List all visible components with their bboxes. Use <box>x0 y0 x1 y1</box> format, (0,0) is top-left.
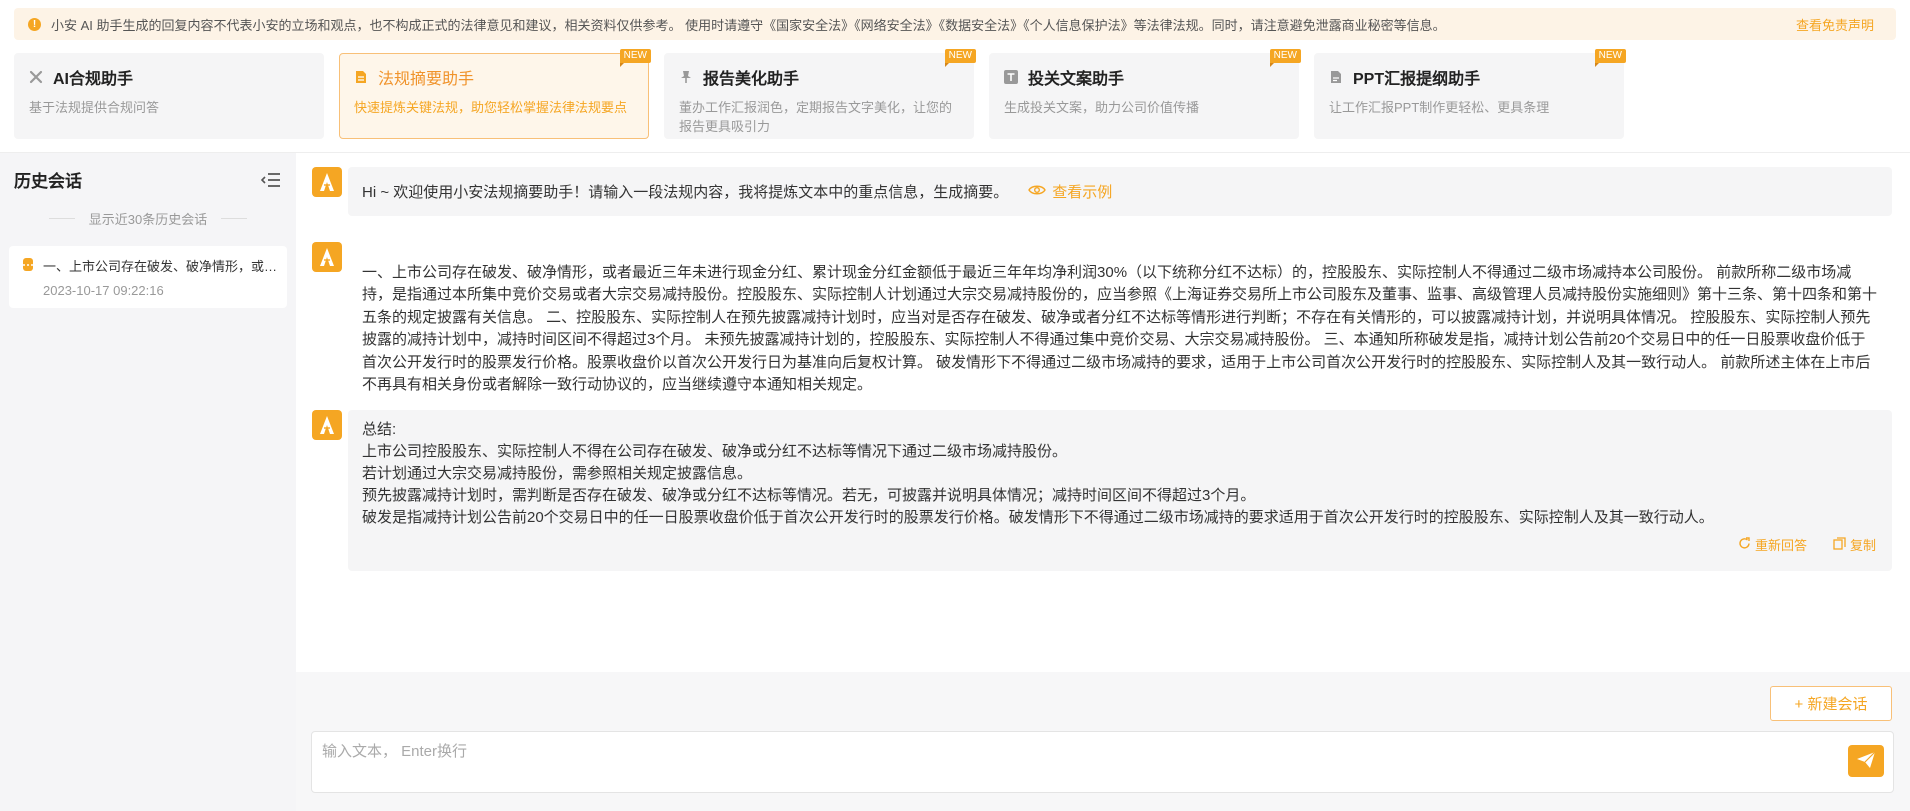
tool-ai-compliance[interactable]: AI合规助手 基于法规提供合规问答 <box>14 53 324 139</box>
tool-desc: 生成投关文案，助力公司价值传播 <box>1004 100 1200 115</box>
history-item[interactable]: 一、上市公司存在破发、破净情形，或者最近三年未进行现金分红 2023-10-17… <box>9 246 287 308</box>
tool-title: PPT汇报提纲助手 <box>1353 71 1481 88</box>
welcome-text: Hi ~ 欢迎使用小安法规摘要助手！请输入一段法规内容，我将提炼文本中的重点信息… <box>362 184 1009 201</box>
message-input[interactable] <box>312 732 1812 790</box>
info-icon: ! <box>28 17 41 31</box>
tool-ir-copywriting[interactable]: NEW 投关文案助手 生成投关文案，助力公司价值传播 <box>989 49 1301 139</box>
tool-desc: 快速提炼关键法规，助您轻松掌握法律法规要点 <box>354 100 628 115</box>
history-sidebar: 历史会话 显示近30条历史会话 一、上市公司存在破发、破净情形，或者最近三年未进… <box>0 153 296 811</box>
regenerate-button[interactable]: 重新回答 <box>1738 535 1807 557</box>
view-disclaimer-link[interactable]: 查看免责声明 <box>1796 15 1874 34</box>
answer-line: 预先披露减持计划时，需判断是否存在破发、破净或分红不达标等情况。若无，可披露并说… <box>362 487 1256 504</box>
tools-icon <box>29 70 43 84</box>
view-example-link[interactable]: 查看示例 <box>1028 181 1112 202</box>
user-message: 一、上市公司存在破发、破净情形，或者最近三年未进行现金分红、累计现金分红金额低于… <box>312 242 1892 411</box>
chat-bubble-icon <box>23 258 33 271</box>
tool-report-beautify[interactable]: NEW 报告美化助手 董办工作汇报润色，定期报告文字美化，让您的报告更具吸引力 <box>664 49 976 139</box>
answer-line: 破发是指减持计划公告前20个交易日中的任一日股票收盘价低于首次公开发行时的股票发… <box>362 509 1714 526</box>
tool-title: AI合规助手 <box>53 71 134 88</box>
send-icon <box>1856 751 1876 772</box>
tool-desc: 董办工作汇报润色，定期报告文字美化，让您的报告更具吸引力 <box>679 100 953 134</box>
chat-area: Hi ~ 欢迎使用小安法规摘要助手！请输入一段法规内容，我将提炼文本中的重点信息… <box>296 153 1910 672</box>
tool-regulation-summary[interactable]: NEW 法规摘要助手 快速提炼关键法规，助您轻松掌握法律法规要点 <box>339 49 651 139</box>
collapse-sidebar-icon[interactable] <box>260 170 282 190</box>
input-area: + 新建会话 <box>296 672 1910 811</box>
assistant-tools: AI合规助手 基于法规提供合规问答 NEW 法规摘要助手 快速提炼关键法规，助您… <box>14 49 1626 139</box>
welcome-message: Hi ~ 欢迎使用小安法规摘要助手！请输入一段法规内容，我将提炼文本中的重点信息… <box>312 167 1892 216</box>
disclaimer-notice: ! 小安 AI 助手生成的回复内容不代表小安的立场和观点，也不构成正式的法律意见… <box>14 8 1896 40</box>
history-subtitle: 显示近30条历史会话 <box>0 209 296 228</box>
text-icon <box>1004 70 1018 84</box>
assistant-avatar-icon <box>312 167 342 197</box>
pin-icon <box>679 70 693 84</box>
tool-desc: 让工作汇报PPT制作更轻松、更具条理 <box>1329 100 1550 115</box>
new-chat-button[interactable]: + 新建会话 <box>1770 686 1892 721</box>
assistant-answer: 总结: 上市公司控股股东、实际控制人不得在公司存在破发、破净或分红不达标等情况下… <box>312 410 1892 571</box>
sidebar-title: 历史会话 <box>14 172 82 191</box>
copy-button[interactable]: 复制 <box>1833 535 1876 557</box>
answer-line: 若计划通过大宗交易减持股份，需参照相关规定披露信息。 <box>362 465 753 482</box>
user-avatar-icon <box>312 242 342 272</box>
notice-text: 小安 AI 助手生成的回复内容不代表小安的立场和观点，也不构成正式的法律意见和建… <box>51 17 1446 33</box>
tool-title: 投关文案助手 <box>1028 71 1125 88</box>
tool-title: 报告美化助手 <box>703 71 800 88</box>
new-badge: NEW <box>619 49 651 67</box>
document-icon <box>354 70 368 84</box>
assistant-avatar-icon <box>312 410 342 440</box>
refresh-icon <box>1738 535 1751 557</box>
tool-desc: 基于法规提供合规问答 <box>29 100 160 115</box>
history-item-time: 2023-10-17 09:22:16 <box>43 283 164 298</box>
history-item-title: 一、上市公司存在破发、破净情形，或者最近三年未进行现金分红 <box>43 259 278 274</box>
tool-ppt-outline[interactable]: NEW PPT汇报提纲助手 让工作汇报PPT制作更轻松、更具条理 <box>1314 49 1626 139</box>
copy-icon <box>1833 535 1846 557</box>
new-badge: NEW <box>1594 49 1626 67</box>
new-badge: NEW <box>944 49 976 67</box>
tool-title: 法规摘要助手 <box>378 71 475 88</box>
new-badge: NEW <box>1269 49 1301 67</box>
send-button[interactable] <box>1848 745 1884 777</box>
eye-icon <box>1028 183 1047 200</box>
answer-line: 总结: <box>362 421 397 438</box>
answer-line: 上市公司控股股东、实际控制人不得在公司存在破发、破净或分红不达标等情况下通过二级… <box>362 443 1068 460</box>
message-input-box <box>311 731 1894 793</box>
user-message-text: 一、上市公司存在破发、破净情形，或者最近三年未进行现金分红、累计现金分红金额低于… <box>362 264 1878 394</box>
file-icon <box>1329 70 1343 84</box>
